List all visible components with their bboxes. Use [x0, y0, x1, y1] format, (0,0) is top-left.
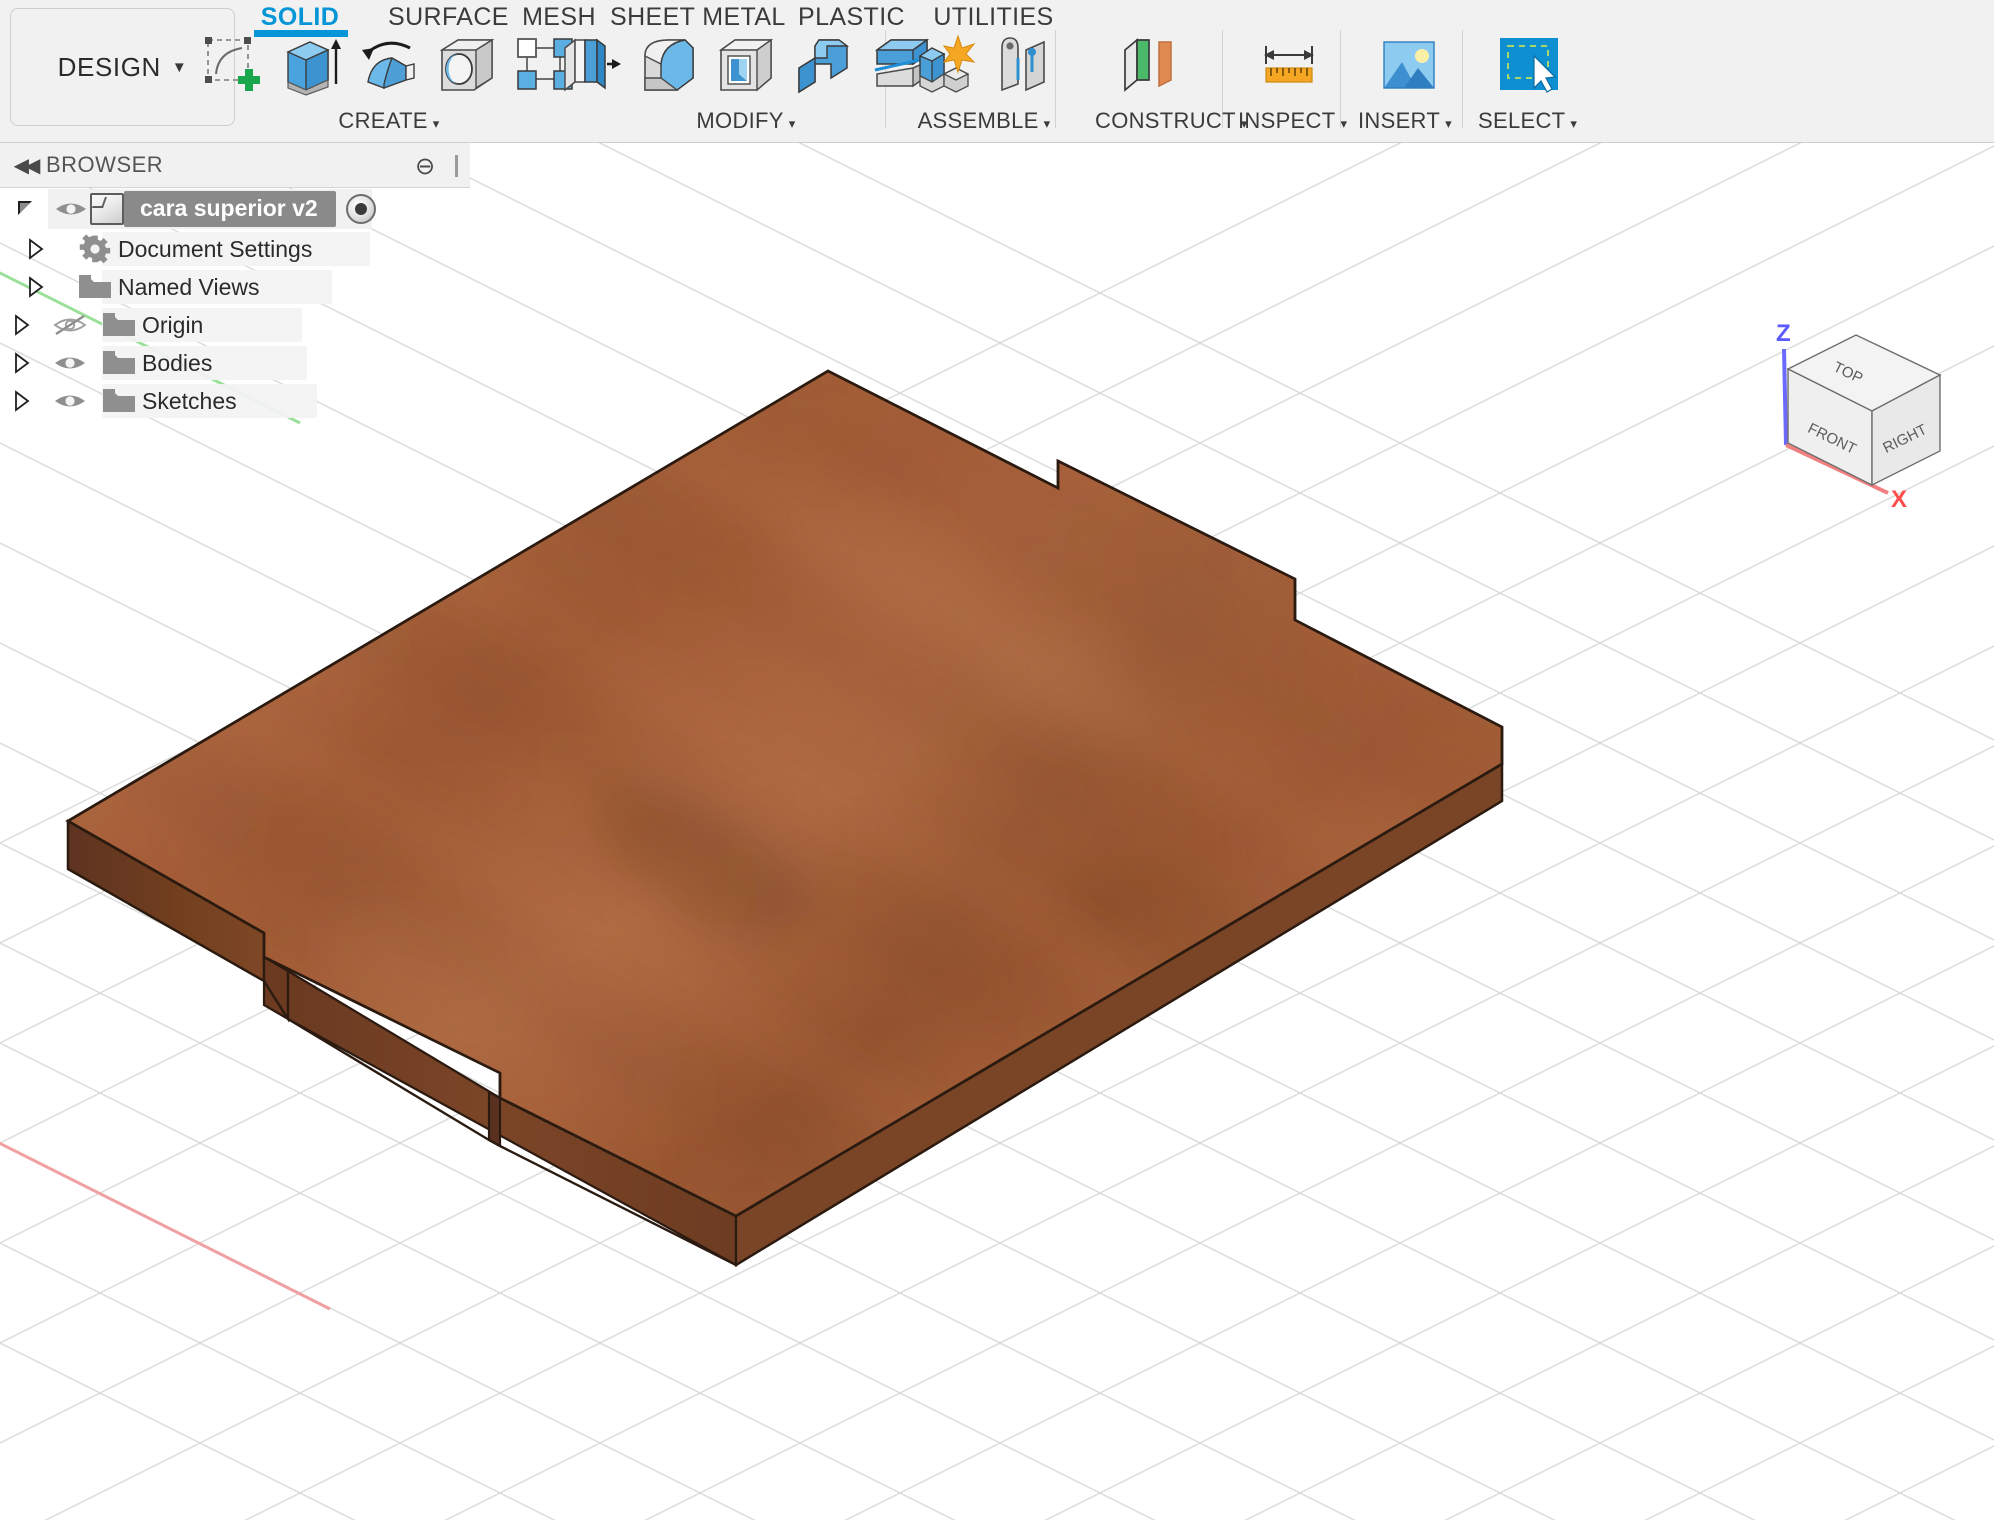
- viewcube-z-axis: [1784, 349, 1786, 445]
- combine-icon: [793, 34, 855, 96]
- offset-plane-button[interactable]: [1113, 28, 1187, 102]
- expand-arrow-collapsed-icon[interactable]: [0, 352, 44, 374]
- tree-item-sketches[interactable]: Sketches: [0, 382, 470, 420]
- ribbon-group-inspect: INSPECT▾: [1238, 26, 1347, 141]
- group-label-assemble[interactable]: ASSEMBLE▾: [908, 108, 1060, 134]
- visibility-eye-icon[interactable]: [44, 351, 96, 375]
- joint-icon: [992, 34, 1054, 96]
- group-label-construct[interactable]: CONSTRUCT▾: [1095, 108, 1248, 134]
- select-window-icon: [1498, 34, 1560, 96]
- select-window-button[interactable]: [1492, 28, 1566, 102]
- ribbon-group-create: CREATE▾: [196, 26, 582, 141]
- tree-item-document-settings[interactable]: Document Settings: [0, 230, 470, 268]
- chevron-down-icon: ▾: [433, 116, 440, 131]
- visibility-eye-hidden-icon[interactable]: [44, 313, 96, 337]
- visibility-eye-icon[interactable]: [44, 389, 96, 413]
- measure-icon: [1258, 34, 1320, 96]
- extrude-button[interactable]: [274, 28, 348, 102]
- fillet-button[interactable]: [631, 28, 705, 102]
- folder-icon: [96, 311, 142, 339]
- expand-arrow-collapsed-icon[interactable]: [0, 390, 44, 412]
- group-label-create[interactable]: CREATE▾: [196, 108, 582, 134]
- folder-icon: [96, 387, 142, 415]
- ribbon-group-modify: MODIFY▾: [553, 26, 939, 141]
- tree-item-named-views[interactable]: Named Views: [0, 268, 470, 306]
- gear-icon: [72, 233, 118, 265]
- browser-tree: cara superior v2 Document Settings: [0, 188, 470, 420]
- chevron-down-icon: ▼: [172, 59, 187, 76]
- chevron-down-icon: ▾: [1445, 116, 1452, 131]
- expand-arrow-collapsed-icon[interactable]: [0, 276, 72, 298]
- measure-button[interactable]: [1252, 28, 1326, 102]
- chevron-down-icon: ▾: [1570, 116, 1577, 131]
- insert-image-icon: [1378, 34, 1440, 96]
- ribbon-toolbar: DESIGN ▼ SOLID SURFACE MESH SHEET METAL …: [0, 0, 1994, 143]
- activate-component-radio[interactable]: [346, 194, 376, 224]
- folder-icon: [72, 273, 118, 301]
- ribbon-group-insert: INSERT▾: [1358, 26, 1452, 141]
- viewcube-x-label: X: [1891, 486, 1907, 513]
- fillet-icon: [637, 34, 699, 96]
- chevron-down-icon: ▾: [1044, 116, 1051, 131]
- tree-item-bodies[interactable]: Bodies: [0, 344, 470, 382]
- group-label-select[interactable]: SELECT▾: [1478, 108, 1577, 134]
- fusion360-window: Z X TOP FRONT RIGHT DESIGN ▼ SOLID: [0, 0, 1994, 1520]
- chevron-down-icon: ▾: [789, 116, 796, 131]
- extrude-icon: [280, 34, 342, 96]
- viewcube-z-label: Z: [1776, 320, 1791, 347]
- visibility-eye-icon[interactable]: [52, 198, 90, 220]
- hole-button[interactable]: [430, 28, 504, 102]
- expand-arrow-collapsed-icon[interactable]: [0, 238, 72, 260]
- tree-item-label: Bodies: [142, 348, 228, 378]
- expand-arrow-expanded-icon[interactable]: [0, 198, 52, 220]
- joint-button[interactable]: [986, 28, 1060, 102]
- revolve-button[interactable]: [352, 28, 426, 102]
- combine-button[interactable]: [787, 28, 861, 102]
- panel-resize-handle[interactable]: [455, 155, 458, 177]
- press-pull-button[interactable]: [553, 28, 627, 102]
- ribbon-group-construct: CONSTRUCT▾: [1095, 26, 1248, 141]
- group-label-inspect[interactable]: INSPECT▾: [1238, 108, 1347, 134]
- new-component-icon: [914, 34, 976, 96]
- model-side-bottom-notch: [489, 1092, 500, 1146]
- hole-icon: [436, 34, 498, 96]
- new-component-button[interactable]: [908, 28, 982, 102]
- insert-image-button[interactable]: [1372, 28, 1446, 102]
- expand-arrow-collapsed-icon[interactable]: [0, 314, 44, 336]
- browser-panel-header: ◀◀ BROWSER ⊖: [0, 143, 470, 188]
- chevron-down-icon: ▾: [1340, 116, 1347, 131]
- tree-item-component-root[interactable]: cara superior v2: [0, 188, 470, 230]
- browser-panel-title: BROWSER: [46, 152, 163, 178]
- folder-icon: [96, 349, 142, 377]
- revolve-icon: [358, 34, 420, 96]
- shell-icon: [715, 34, 777, 96]
- component-cube-icon: [90, 193, 124, 225]
- workspace-label: DESIGN: [58, 52, 161, 83]
- ribbon-group-assemble: ASSEMBLE▾: [908, 26, 1060, 141]
- ribbon-divider: [1462, 30, 1463, 128]
- minimize-icon[interactable]: ⊖: [414, 155, 436, 177]
- tree-item-origin[interactable]: Origin: [0, 306, 470, 344]
- tree-item-label: Sketches: [142, 386, 253, 416]
- tree-item-label: Named Views: [118, 272, 275, 302]
- tree-item-label: Document Settings: [118, 234, 328, 264]
- collapse-browser-icon[interactable]: ◀◀: [0, 153, 46, 178]
- ribbon-group-select: SELECT▾: [1478, 26, 1577, 141]
- group-label-insert[interactable]: INSERT▾: [1358, 108, 1452, 134]
- create-sketch-button[interactable]: [196, 28, 270, 102]
- create-sketch-icon: [202, 34, 264, 96]
- tree-item-label: cara superior v2: [124, 191, 336, 227]
- group-label-modify[interactable]: MODIFY▾: [553, 108, 939, 134]
- press-pull-icon: [559, 34, 621, 96]
- shell-button[interactable]: [709, 28, 783, 102]
- tree-item-label: Origin: [142, 310, 219, 340]
- view-cube[interactable]: Z X TOP FRONT RIGHT: [1760, 293, 1994, 523]
- offset-plane-icon: [1119, 34, 1181, 96]
